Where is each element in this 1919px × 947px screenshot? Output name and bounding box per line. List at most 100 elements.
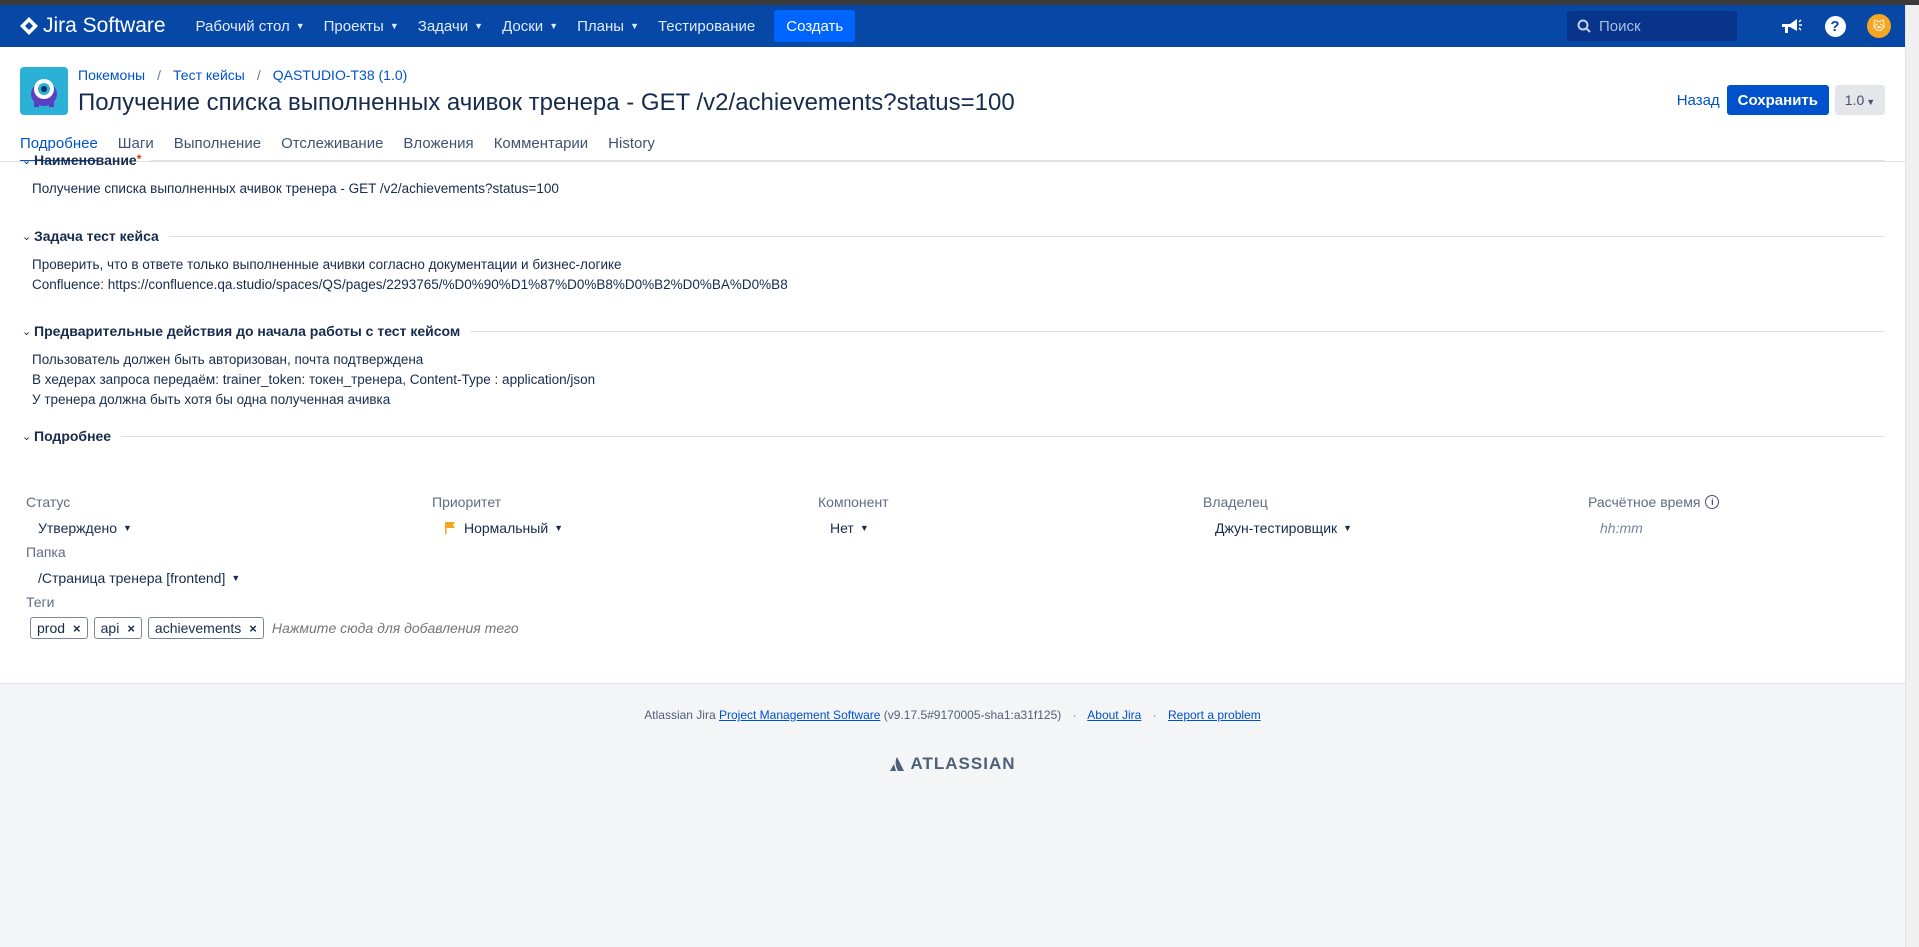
chevron-down-icon: ⌄ [22,230,32,243]
version-label: 1.0 [1844,92,1865,108]
field-label: Расчётное время i [1588,494,1720,510]
nav-item-label: Рабочий стол [195,17,290,35]
folder-field: Папка /Страница тренера [frontend] ▼ [26,544,240,590]
field-label: Статус [26,494,71,510]
tags-editor: prod × api × achievements × [30,617,520,639]
chevron-down-icon: ▼ [554,523,564,533]
section-name: ⌄ Наименование* Получение списка выполне… [22,151,1885,199]
product-name: Jira Software [43,14,166,37]
section-body[interactable]: Получение списка выполненных ачивок трен… [22,179,1885,199]
section-title: Задача тест кейса [34,228,159,244]
about-jira-link[interactable]: About Jira [1087,708,1141,722]
nav-plans[interactable]: Планы ▼ [577,18,639,35]
name-text: Получение списка выполненных ачивок трен… [32,181,559,196]
breadcrumb-project[interactable]: Покемоны [78,67,145,83]
flag-icon [445,522,455,534]
nav-item-label: Тестирование [657,17,756,35]
section-body[interactable]: Пользователь должен быть авторизован, по… [22,350,1885,410]
nav-boards[interactable]: Доски ▼ [502,18,558,35]
atlassian-logo: ATLASSIAN [0,754,1905,774]
section-precondition: ⌄ Предварительные действия до начала раб… [22,322,1885,410]
back-link[interactable]: Назад [1677,92,1720,109]
status-dropdown[interactable]: Утверждено ▼ [26,516,132,540]
version-dropdown[interactable]: 1.0 ▼ [1835,85,1885,115]
notifications-megaphone-icon[interactable] [1779,14,1803,38]
breadcrumb-test-case-key[interactable]: QASTUDIO-T38 (1.0) [273,67,408,83]
project-management-software-link[interactable]: Project Management Software [719,708,880,722]
divider [121,435,1885,437]
section-details-header[interactable]: ⌄ Подробнее [22,427,1885,445]
create-button[interactable]: Создать [774,10,856,42]
nav-right-group: Поиск ? 🐱 [1567,11,1891,41]
jira-logo[interactable]: Jira Software [20,14,166,38]
tag-chip: prod × [30,617,88,639]
nav-item-label: Проекты [323,17,384,35]
priority-dropdown[interactable]: Нормальный ▼ [432,516,563,540]
component-dropdown[interactable]: Нет ▼ [818,516,889,540]
chevron-down-icon: ▼ [295,21,305,31]
chevron-down-icon: ⌄ [22,154,32,167]
remove-tag-icon[interactable]: × [73,621,81,636]
test-case-page: Покемоны / Тест кейсы / QASTUDIO-T38 (1.… [0,47,1905,683]
chevron-down-icon: ▼ [859,523,869,533]
footer-links: Atlassian Jira Project Management Softwa… [644,708,1261,722]
field-label: Владелец [1203,494,1268,510]
header-actions: Назад Сохранить 1.0 ▼ [1677,85,1885,115]
precondition-line: Пользователь должен быть авторизован, по… [32,352,424,367]
search-input[interactable]: Поиск [1567,11,1737,41]
owner-dropdown[interactable]: Джун-тестировщик ▼ [1203,516,1352,540]
remove-tag-icon[interactable]: × [249,621,257,636]
section-objective-header[interactable]: ⌄ Задача тест кейса [22,227,1885,245]
page-scrollbar[interactable] [1905,5,1919,947]
breadcrumb-test-cases[interactable]: Тест кейсы [173,67,245,83]
search-placeholder: Поиск [1599,17,1641,35]
nav-testing[interactable]: Тестирование [658,18,755,35]
add-tag-input[interactable] [269,619,520,637]
required-mark: * [136,152,142,166]
robot-mascot-icon [31,79,57,107]
nav-issues[interactable]: Задачи ▼ [418,18,483,35]
estimate-input[interactable]: hh:mm [1588,516,1719,540]
chevron-down-icon: ▼ [389,21,399,31]
divider [470,330,1885,332]
section-title: Подробнее [34,428,112,444]
section-precondition-header[interactable]: ⌄ Предварительные действия до начала раб… [22,322,1885,340]
priority-field: Приоритет Нормальный ▼ [432,494,563,540]
chevron-down-icon: ▼ [630,21,639,31]
divider [168,235,1885,237]
section-title: Наименование* [34,152,142,168]
section-body[interactable]: Проверить, что в ответе только выполненн… [22,255,1885,295]
save-button[interactable]: Сохранить [1726,85,1829,115]
folder-dropdown[interactable]: /Страница тренера [frontend] ▼ [26,566,240,590]
search-icon [1577,19,1591,33]
help-icon[interactable]: ? [1823,14,1847,38]
chevron-down-icon: ▼ [474,21,484,31]
info-icon[interactable]: i [1705,495,1720,509]
tag-chip: achievements × [147,617,264,639]
atlassian-triangle-icon [890,757,905,771]
remove-tag-icon[interactable]: × [127,621,135,636]
owner-field: Владелец Джун-тестировщик ▼ [1203,494,1352,540]
report-problem-link[interactable]: Report a problem [1168,708,1261,722]
tag-chip: api × [93,617,142,639]
section-name-header[interactable]: ⌄ Наименование* [22,151,1885,169]
section-title: Предварительные действия до начала работ… [34,323,461,339]
project-avatar [20,67,68,115]
chevron-down-icon: ▼ [1343,523,1353,533]
divider [151,159,1885,161]
precondition-line: У тренера должна быть хотя бы одна получ… [32,392,391,407]
top-navigation: Jira Software Рабочий стол ▼ Проекты ▼ Зад… [0,5,1905,47]
chevron-down-icon: ⌄ [22,430,32,443]
chevron-down-icon: ⌄ [22,325,32,338]
field-label: Компонент [818,494,889,510]
nav-item-label: Доски [502,17,544,35]
chevron-down-icon: ▼ [231,573,241,583]
precondition-line: В хедерах запроса передаём: trainer_toke… [32,372,596,387]
nav-dashboards[interactable]: Рабочий стол ▼ [196,18,305,35]
jira-diamond-icon [20,17,38,35]
field-label: Папка [26,544,66,560]
section-objective: ⌄ Задача тест кейса Проверить, что в отв… [22,227,1885,295]
estimate-field: Расчётное время i hh:mm [1588,494,1720,540]
user-avatar[interactable]: 🐱 [1867,14,1891,38]
nav-projects[interactable]: Проекты ▼ [324,18,399,35]
